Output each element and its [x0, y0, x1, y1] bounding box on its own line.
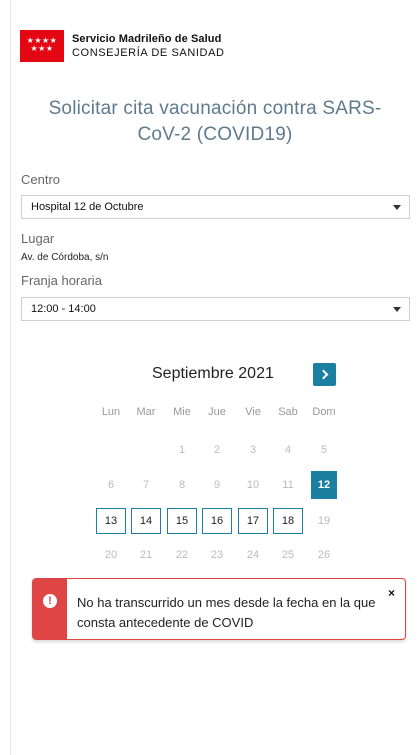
calendar-day-disabled: 8: [178, 479, 186, 491]
calendar-day-disabled: 5: [320, 444, 328, 456]
centro-label: Centro: [21, 172, 61, 187]
centro-select-value: Hospital 12 de Octubre: [31, 201, 144, 213]
calendar-day-disabled: 23: [210, 549, 224, 561]
franja-label: Franja horaria: [21, 273, 102, 288]
calendar-day-disabled: 22: [175, 549, 189, 561]
chevron-right-icon: [318, 369, 328, 380]
calendar-day-disabled: 20: [104, 549, 118, 561]
calendar-day-disabled: 26: [317, 549, 331, 561]
weekday-header: Mar: [136, 406, 156, 418]
weekday-header: Mie: [173, 406, 191, 418]
calendar-day-available[interactable]: 18: [273, 508, 303, 534]
error-alert: ! No ha transcurrido un mes desde la fec…: [32, 578, 406, 640]
calendar-day-disabled: 24: [246, 549, 260, 561]
alert-side-bar: !: [33, 579, 67, 639]
org-name: Servicio Madrileño de Salud CONSEJERÍA D…: [72, 33, 225, 59]
calendar-day-disabled: 19: [317, 515, 331, 527]
next-month-button[interactable]: [313, 363, 336, 386]
chevron-down-icon[interactable]: [385, 196, 409, 218]
weekday-header: Lun: [101, 406, 121, 418]
calendar-day-selected[interactable]: 12: [311, 471, 337, 499]
close-icon[interactable]: ×: [388, 586, 395, 600]
franja-select[interactable]: 12:00 - 14:00: [21, 297, 410, 321]
calendar-day-disabled: 25: [281, 549, 295, 561]
comunidad-madrid-logo: ★★★★ ★★★: [20, 30, 64, 62]
calendar-day-available[interactable]: 16: [202, 508, 232, 534]
page-title: Solicitar cita vacunación contra SARS-Co…: [48, 98, 382, 145]
header: ★★★★ ★★★ Servicio Madrileño de Salud CON…: [20, 30, 225, 62]
calendar-day-available[interactable]: 15: [167, 508, 197, 534]
calendar-day-disabled: 10: [246, 479, 260, 491]
alert-message: No ha transcurrido un mes desde la fecha…: [77, 595, 376, 630]
calendar-day-disabled: 1: [178, 444, 186, 456]
weekday-header: Vie: [245, 406, 261, 418]
calendar-day-disabled: 3: [249, 444, 257, 456]
calendar-day-disabled: 21: [139, 549, 153, 561]
calendar-day-available[interactable]: 14: [131, 508, 161, 534]
weekday-header: Sab: [278, 406, 298, 418]
calendar-day-disabled: 9: [213, 479, 221, 491]
calendar-day-disabled: 6: [107, 479, 115, 491]
calendar-day-disabled: 2: [213, 444, 221, 456]
weekday-header: Jue: [208, 406, 226, 418]
lugar-value: Av. de Córdoba, s/n: [21, 252, 109, 263]
logo-stars-icon: ★★★★ ★★★: [26, 36, 58, 53]
org-line1: Servicio Madrileño de Salud: [72, 33, 222, 45]
weekday-header: Dom: [312, 406, 336, 418]
franja-select-value: 12:00 - 14:00: [31, 303, 96, 315]
calendar-day-available[interactable]: 17: [238, 508, 268, 534]
calendar-month: Septiembre 2021: [152, 365, 274, 382]
lugar-label: Lugar: [21, 231, 55, 246]
org-line2: CONSEJERÍA DE SANIDAD: [72, 47, 225, 59]
calendar-day-disabled: 11: [282, 479, 294, 491]
exclamation-icon: !: [43, 594, 57, 608]
centro-select[interactable]: Hospital 12 de Octubre: [21, 195, 410, 219]
calendar-day-available[interactable]: 13: [96, 508, 126, 534]
calendar-day-disabled: 7: [142, 479, 150, 491]
calendar-day-disabled: 4: [284, 444, 292, 456]
chevron-down-icon[interactable]: [385, 298, 409, 320]
